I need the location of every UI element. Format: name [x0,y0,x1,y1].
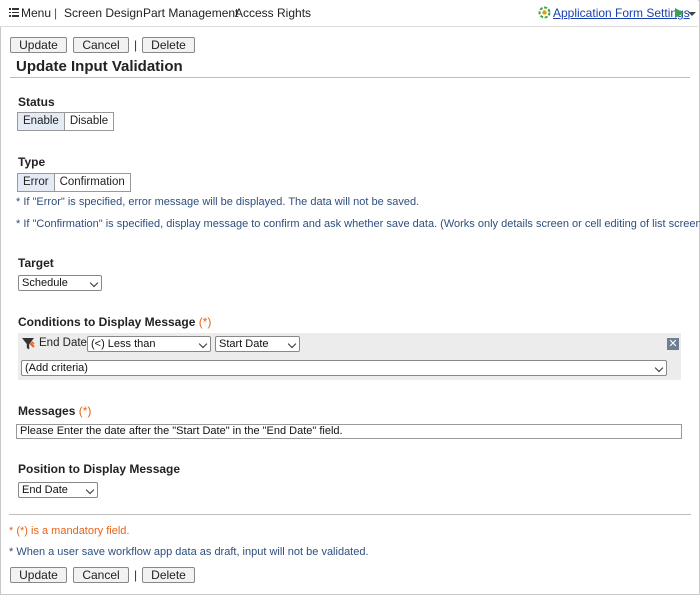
nav-access-rights[interactable]: Access Rights [235,6,311,20]
status-label: Status [18,95,55,109]
application-form-settings-link[interactable]: Application Form Settings [553,6,690,20]
required-mark: (*) [78,404,92,418]
conditions-panel: End Date (<) Less than Start Date (Add c… [18,333,681,380]
chevron-down-icon [198,339,208,349]
status-disable-option[interactable]: Disable [65,113,113,130]
condition-compare-value: Start Date [219,338,269,350]
update-button-top[interactable]: Update [10,37,67,53]
cancel-button-bottom[interactable]: Cancel [73,567,129,583]
target-select-value: Schedule [22,277,68,289]
play-icon[interactable] [675,8,684,18]
hamburger-menu-icon[interactable] [9,8,19,17]
conditions-label-text: Conditions to Display Message [18,315,196,329]
cancel-button-top[interactable]: Cancel [73,37,129,53]
update-button-bottom[interactable]: Update [10,567,67,583]
draft-validation-note: * When a user save workflow app data as … [9,546,369,558]
nav-screen-design[interactable]: Screen Design [64,6,143,20]
status-enable-option[interactable]: Enable [18,113,65,130]
title-divider [10,77,690,78]
delete-button-top[interactable]: Delete [142,37,195,53]
condition-operator-value: (<) Less than [91,338,156,350]
type-toggle: Error Confirmation [17,173,131,192]
position-select[interactable]: End Date [18,482,98,498]
target-select[interactable]: Schedule [18,275,102,291]
menu-separator: | [54,6,58,20]
chevron-down-icon [85,485,95,495]
type-label: Type [18,155,46,169]
top-menu-bar: Menu | Screen Design Part Management Acc… [0,0,698,27]
delete-button-bottom[interactable]: Delete [142,567,195,583]
status-toggle: Enable Disable [17,112,115,131]
remove-condition-close-icon[interactable]: ✕ [667,338,679,350]
window-frame [0,0,700,595]
filter-funnel-icon [21,337,35,351]
position-select-value: End Date [22,484,68,496]
message-input[interactable]: Please Enter the date after the "Start D… [16,424,682,439]
conditions-label: Conditions to Display Message (*) [18,315,211,329]
dropdown-caret-icon[interactable] [688,12,696,16]
page-title: Update Input Validation [16,58,183,75]
position-label: Position to Display Message [18,462,181,476]
messages-label-text: Messages [18,404,76,418]
type-error-option[interactable]: Error [18,174,55,191]
condition-operator-select[interactable]: (<) Less than [87,336,211,352]
target-label: Target [18,256,54,270]
menu-button[interactable]: Menu [21,6,51,20]
footer-divider [9,514,691,515]
mandatory-field-note: * (*) is a mandatory field. [9,525,130,537]
condition-field-label: End Date [39,337,87,349]
required-mark: (*) [198,315,212,329]
type-confirmation-option[interactable]: Confirmation [55,174,130,191]
messages-label: Messages (*) [18,404,91,418]
add-criteria-value: (Add criteria) [25,362,88,374]
add-criteria-select[interactable]: (Add criteria) [21,360,667,376]
toolbar-separator-bottom: | [134,568,138,582]
condition-compare-select[interactable]: Start Date [215,336,300,352]
type-error-note: * If "Error" is specified, error message… [16,196,420,208]
toolbar-separator-top: | [134,38,138,52]
nav-part-management[interactable]: Part Management [143,6,238,20]
chevron-down-icon [89,278,99,288]
chevron-down-icon [654,363,664,373]
type-confirmation-note: * If "Confirmation" is specified, displa… [16,218,700,230]
chevron-down-icon [287,339,297,349]
settings-gear-icon[interactable] [538,6,551,19]
